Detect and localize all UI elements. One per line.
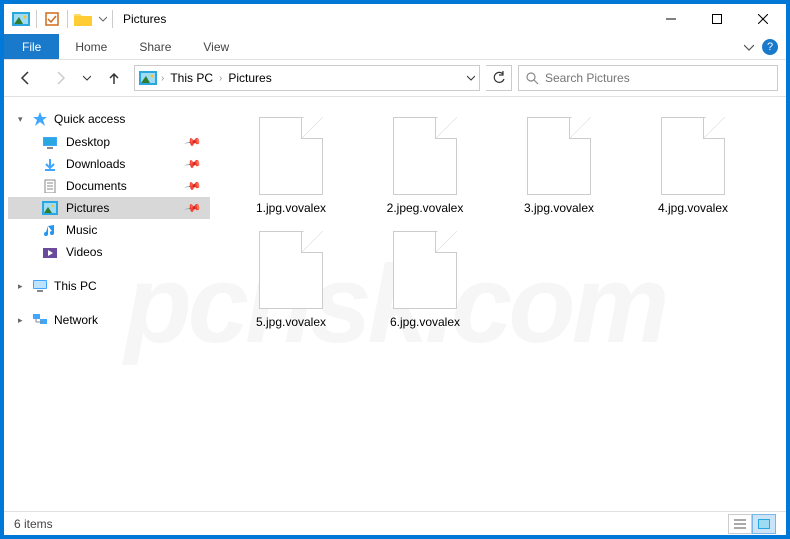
- search-box[interactable]: [518, 65, 778, 91]
- sidebar-item-label: Documents: [66, 179, 127, 193]
- window-controls: [648, 4, 786, 34]
- sidebar-item-label: Pictures: [66, 201, 109, 215]
- qat-properties-icon[interactable]: [41, 8, 63, 30]
- search-input[interactable]: [545, 71, 771, 85]
- qat-dropdown-icon[interactable]: [96, 8, 110, 30]
- forward-button[interactable]: [46, 64, 74, 92]
- titlebar: Pictures: [4, 4, 786, 34]
- sidebar-item-pictures[interactable]: Pictures 📌: [8, 197, 210, 219]
- file-name: 3.jpg.vovalex: [524, 201, 594, 215]
- pc-icon: [32, 279, 48, 293]
- nav-pane: ▾ Quick access Desktop📌Downloads📌Documen…: [4, 97, 214, 511]
- file-icon: [393, 117, 457, 195]
- videos-icon: [42, 245, 58, 259]
- pictures-icon: [42, 201, 58, 215]
- file-name: 1.jpg.vovalex: [256, 201, 326, 215]
- file-name: 5.jpg.vovalex: [256, 315, 326, 329]
- downloads-icon: [42, 157, 58, 171]
- minimize-button[interactable]: [648, 4, 694, 34]
- sidebar-item-label: Downloads: [66, 157, 125, 171]
- chevron-right-icon[interactable]: ›: [161, 73, 164, 84]
- file-tab[interactable]: File: [4, 34, 59, 59]
- search-icon: [525, 71, 539, 85]
- caret-right-icon: ▸: [18, 315, 26, 326]
- music-icon: [42, 223, 58, 237]
- pin-icon: 📌: [184, 177, 203, 196]
- breadcrumb-this-pc[interactable]: This PC: [168, 71, 215, 85]
- sidebar-network[interactable]: ▸ Network: [8, 309, 210, 331]
- file-name: 4.jpg.vovalex: [658, 201, 728, 215]
- file-item[interactable]: 5.jpg.vovalex: [226, 227, 356, 333]
- pin-icon: 📌: [184, 199, 203, 218]
- breadcrumb-pictures[interactable]: Pictures: [226, 71, 273, 85]
- file-icon: [259, 231, 323, 309]
- close-button[interactable]: [740, 4, 786, 34]
- sidebar-item-music[interactable]: Music: [8, 219, 210, 241]
- up-button[interactable]: [100, 64, 128, 92]
- star-icon: [32, 111, 48, 127]
- file-item[interactable]: 2.jpeg.vovalex: [360, 113, 490, 219]
- file-item[interactable]: 1.jpg.vovalex: [226, 113, 356, 219]
- tab-home[interactable]: Home: [59, 34, 123, 59]
- sidebar-item-documents[interactable]: Documents 📌: [8, 175, 210, 197]
- help-icon[interactable]: ?: [762, 39, 778, 55]
- file-item[interactable]: 3.jpg.vovalex: [494, 113, 624, 219]
- sidebar-item-downloads[interactable]: Downloads 📌: [8, 153, 210, 175]
- breadcrumb-dropdown-icon[interactable]: [467, 74, 475, 82]
- pin-icon: 📌: [184, 155, 203, 174]
- ribbon-expand-icon[interactable]: [744, 42, 754, 52]
- file-icon: [259, 117, 323, 195]
- qat: [4, 8, 110, 30]
- navbar: › This PC › Pictures: [4, 60, 786, 96]
- maximize-button[interactable]: [694, 4, 740, 34]
- breadcrumb[interactable]: › This PC › Pictures: [134, 65, 480, 91]
- details-view-button[interactable]: [728, 514, 752, 534]
- file-item[interactable]: 6.jpg.vovalex: [360, 227, 490, 333]
- file-icon: [393, 231, 457, 309]
- desktop-icon: [42, 135, 58, 149]
- pin-icon: 📌: [184, 133, 203, 152]
- recent-locations-button[interactable]: [80, 64, 94, 92]
- view-toggle: [728, 514, 776, 534]
- pictures-folder-icon: [10, 8, 32, 30]
- back-button[interactable]: [12, 64, 40, 92]
- content-area: pcrisk.com ▾ Quick access Desktop📌Downlo…: [4, 96, 786, 511]
- sidebar-quick-access[interactable]: ▾ Quick access: [8, 107, 210, 131]
- tab-share[interactable]: Share: [123, 34, 187, 59]
- ribbon: File Home Share View ?: [4, 34, 786, 60]
- file-grid[interactable]: 1.jpg.vovalex 2.jpeg.vovalex 3.jpg.vovalex…: [214, 97, 786, 511]
- statusbar: 6 items: [4, 511, 786, 535]
- tab-view[interactable]: View: [187, 34, 245, 59]
- network-icon: [32, 313, 48, 327]
- sidebar-item-videos[interactable]: Videos: [8, 241, 210, 263]
- file-name: 6.jpg.vovalex: [390, 315, 460, 329]
- pictures-icon: [139, 71, 157, 85]
- documents-icon: [42, 179, 58, 193]
- sidebar-item-desktop[interactable]: Desktop 📌: [8, 131, 210, 153]
- file-icon: [527, 117, 591, 195]
- sidebar-item-label: Music: [66, 223, 97, 237]
- sidebar-item-label: Videos: [66, 245, 102, 259]
- sidebar-item-label: Desktop: [66, 135, 110, 149]
- file-icon: [661, 117, 725, 195]
- window-title: Pictures: [123, 12, 166, 26]
- icons-view-button[interactable]: [752, 514, 776, 534]
- sidebar-this-pc[interactable]: ▸ This PC: [8, 275, 210, 297]
- file-name: 2.jpeg.vovalex: [387, 201, 464, 215]
- chevron-right-icon[interactable]: ›: [219, 73, 222, 84]
- caret-right-icon: ▸: [18, 281, 26, 292]
- file-item[interactable]: 4.jpg.vovalex: [628, 113, 758, 219]
- explorer-window: Pictures File Home Share View ? › This P…: [4, 4, 786, 535]
- item-count: 6 items: [14, 517, 53, 531]
- caret-down-icon: ▾: [18, 114, 26, 125]
- refresh-button[interactable]: [486, 65, 512, 91]
- qat-newfolder-icon[interactable]: [72, 8, 94, 30]
